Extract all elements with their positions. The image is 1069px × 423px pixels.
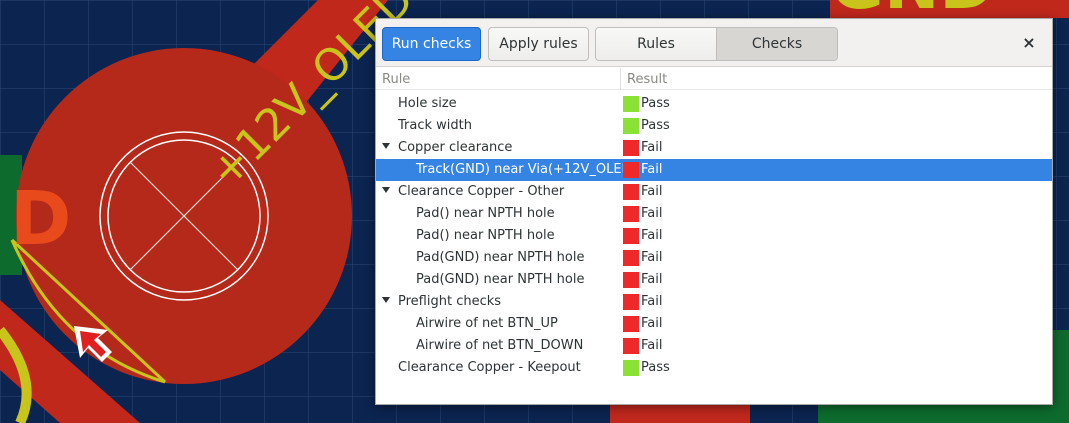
rule-label: Hole size — [398, 96, 457, 111]
drc-dialog: Run checks Apply rules Rules Checks × Ru… — [375, 18, 1053, 405]
result-swatch — [623, 96, 639, 112]
result-swatch — [623, 228, 639, 244]
column-separator[interactable] — [620, 68, 621, 90]
rule-label: Track width — [398, 118, 472, 133]
rule-label: Clearance Copper - Other — [398, 184, 565, 199]
result-swatch — [623, 184, 639, 200]
tree-row-group[interactable]: Preflight checks Fail — [376, 291, 1052, 313]
expander-down-icon[interactable] — [382, 187, 390, 193]
rule-label: Clearance Copper - Keepout — [398, 360, 581, 375]
result-label: Fail — [641, 250, 663, 265]
rule-label: Airwire of net BTN_UP — [416, 316, 558, 331]
rule-label: Pad() near NPTH hole — [416, 228, 555, 243]
result-label: Fail — [641, 338, 663, 353]
tree-row[interactable]: Pad() near NPTH hole Fail — [376, 225, 1052, 247]
dialog-toolbar: Run checks Apply rules Rules Checks × — [376, 19, 1052, 67]
rule-label: Preflight checks — [398, 294, 502, 309]
result-swatch — [623, 250, 639, 266]
run-checks-button[interactable]: Run checks — [382, 27, 481, 61]
result-label: Fail — [641, 294, 663, 309]
result-swatch — [623, 294, 639, 310]
result-label: Fail — [641, 206, 663, 221]
pad-partial-label: D — [10, 176, 71, 262]
tree-row[interactable]: Pad(GND) near NPTH hole Fail — [376, 247, 1052, 269]
result-swatch — [623, 272, 639, 288]
expander-down-icon[interactable] — [382, 143, 390, 149]
result-swatch — [623, 206, 639, 222]
tree-row[interactable]: Track width Pass — [376, 115, 1052, 137]
rule-label: Track(GND) near Via(+12V_OLED) — [416, 162, 637, 177]
results-header: Rule Result — [376, 68, 1052, 90]
result-label: Fail — [641, 316, 663, 331]
rule-label: Pad() near NPTH hole — [416, 206, 555, 221]
view-switcher: Rules Checks — [595, 27, 838, 61]
tree-row[interactable]: Pad() near NPTH hole Fail — [376, 203, 1052, 225]
expander-down-icon[interactable] — [382, 297, 390, 303]
column-header-rule[interactable]: Rule — [382, 72, 410, 87]
results-tree: Hole size Pass Track width Pass Copper c… — [376, 93, 1052, 379]
tree-row[interactable]: Airwire of net BTN_UP Fail — [376, 313, 1052, 335]
result-label: Fail — [641, 184, 663, 199]
tree-row-group[interactable]: Clearance Copper - Other Fail — [376, 181, 1052, 203]
result-label: Pass — [641, 118, 670, 133]
result-label: Pass — [641, 360, 670, 375]
rule-label: Pad(GND) near NPTH hole — [416, 272, 585, 287]
result-swatch — [623, 316, 639, 332]
tree-row-group[interactable]: Copper clearance Fail — [376, 137, 1052, 159]
close-icon[interactable]: × — [1020, 33, 1038, 52]
result-label: Fail — [641, 272, 663, 287]
result-swatch — [623, 360, 639, 376]
result-swatch — [623, 162, 639, 178]
tree-row[interactable]: Pad(GND) near NPTH hole Fail — [376, 269, 1052, 291]
tree-row[interactable]: Hole size Pass — [376, 93, 1052, 115]
tree-row[interactable]: Airwire of net BTN_DOWN Fail — [376, 335, 1052, 357]
result-label: Pass — [641, 96, 670, 111]
tree-row[interactable]: Clearance Copper - Keepout Pass — [376, 357, 1052, 379]
apply-rules-button[interactable]: Apply rules — [488, 27, 589, 61]
tree-row-selected[interactable]: Track(GND) near Via(+12V_OLED) Fail — [376, 159, 1052, 181]
result-swatch — [623, 140, 639, 156]
tab-checks[interactable]: Checks — [717, 28, 837, 60]
rule-label: Copper clearance — [398, 140, 513, 155]
result-label: Fail — [641, 228, 663, 243]
rule-label: Airwire of net BTN_DOWN — [416, 338, 584, 353]
result-swatch — [623, 118, 639, 134]
tab-rules[interactable]: Rules — [596, 28, 717, 60]
result-label: Fail — [641, 162, 663, 177]
result-label: Fail — [641, 140, 663, 155]
rule-label: Pad(GND) near NPTH hole — [416, 250, 585, 265]
column-header-result[interactable]: Result — [627, 72, 667, 87]
result-swatch — [623, 338, 639, 354]
